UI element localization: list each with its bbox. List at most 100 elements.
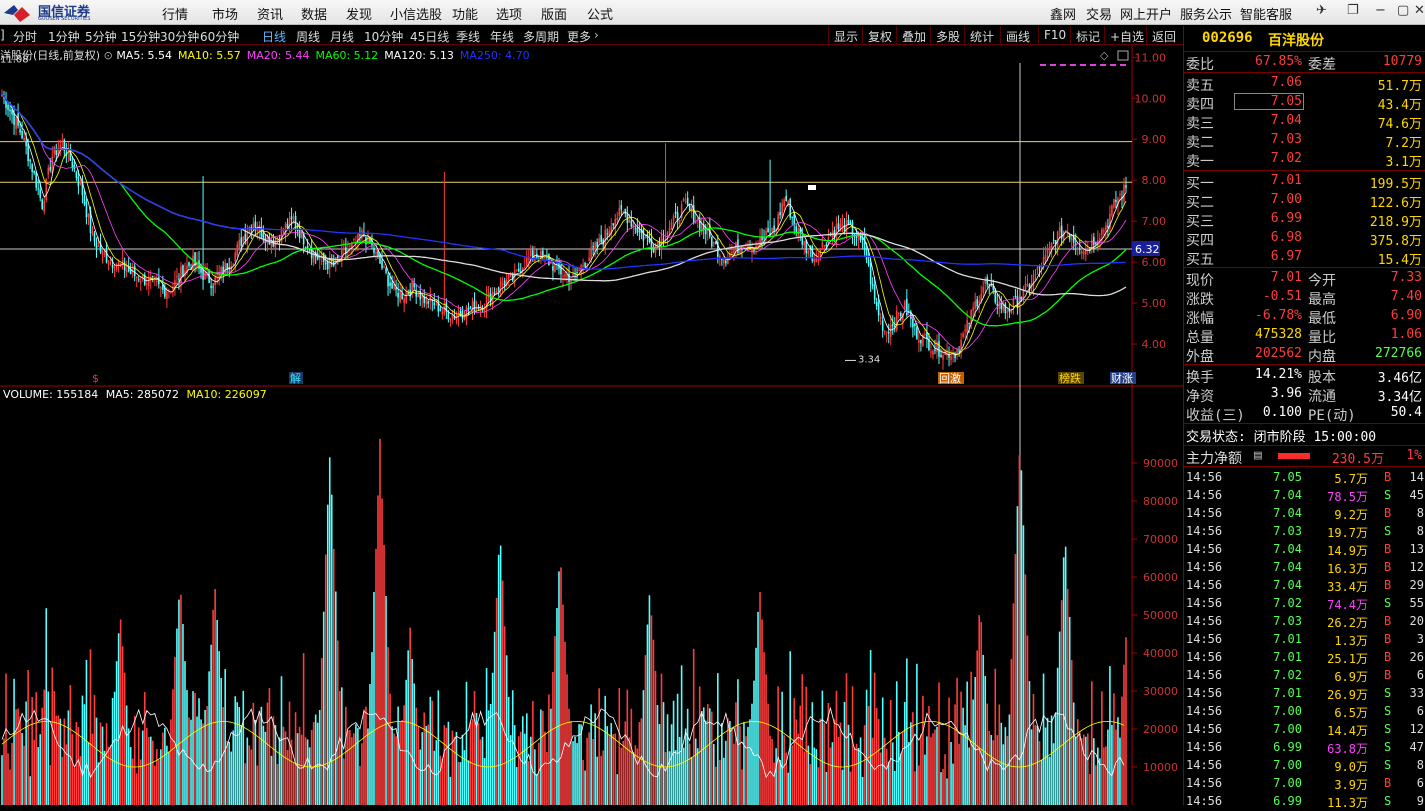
volume-bar	[445, 727, 448, 805]
bid-row[interactable]: 买一 7.01 199.5万	[1184, 172, 1425, 192]
event-marker: 财涨	[1111, 371, 1133, 385]
ask-row[interactable]: 卖三 7.04 74.6万	[1184, 112, 1425, 132]
period-tab[interactable]: 季线	[456, 28, 480, 45]
chart-tool-button[interactable]: 多股	[930, 26, 965, 45]
ask-row[interactable]: 卖二 7.03 7.2万	[1184, 131, 1425, 151]
volume-bar	[968, 747, 970, 805]
volume-bar	[1111, 724, 1113, 805]
more-chevron-icon[interactable]: ›	[594, 28, 599, 42]
menu-item[interactable]: 公式	[587, 4, 613, 23]
menu-item[interactable]: 数据	[301, 4, 327, 23]
level-label: 卖二	[1186, 135, 1214, 151]
period-tab[interactable]: 更多	[567, 28, 591, 45]
period-tab[interactable]: 10分钟	[364, 28, 403, 45]
volume-bar	[586, 737, 588, 805]
menu-right-item[interactable]: 网上开户	[1120, 4, 1172, 23]
candle-body	[899, 313, 902, 317]
pin-icon[interactable]: ✈	[1316, 3, 1327, 18]
volume-bar	[942, 768, 944, 805]
candle-body	[324, 262, 327, 265]
tick-side: S	[1384, 758, 1392, 772]
menu-item[interactable]: 小信选股	[390, 4, 442, 23]
period-tab[interactable]: 5分钟	[85, 28, 117, 45]
ask-row[interactable]: 卖一 7.02 3.1万	[1184, 150, 1425, 170]
candle-body	[39, 189, 42, 198]
level-volume: 122.6万	[1369, 196, 1422, 211]
volume-bar	[401, 719, 403, 805]
menu-item[interactable]: 选项	[496, 4, 522, 23]
menu-item[interactable]: 发现	[346, 4, 372, 23]
chart-tool-button[interactable]: 叠加	[896, 26, 931, 45]
volume-bar	[125, 705, 128, 805]
period-tab[interactable]: 60分钟	[200, 28, 239, 45]
candle-body	[725, 260, 727, 264]
chart-tool-button[interactable]: 统计	[964, 26, 999, 45]
candle-body	[576, 272, 578, 274]
volume-bar	[966, 681, 968, 805]
candle-body	[290, 216, 293, 220]
stat-label: 最高	[1308, 292, 1336, 308]
candle-body	[447, 312, 450, 320]
chart-tool-button[interactable]: F10	[1038, 26, 1071, 45]
period-tab[interactable]: 月线	[330, 28, 354, 45]
menu-right-item[interactable]: 服务公示	[1180, 4, 1232, 23]
menu-item[interactable]: 功能	[452, 4, 478, 23]
candle-body	[224, 262, 226, 274]
main-net-row[interactable]: 主力净额 ▤ 230.5万 1%	[1184, 447, 1425, 467]
tick-side: B	[1384, 578, 1392, 592]
volume-bar	[530, 736, 532, 805]
menu-item[interactable]: 版面	[541, 4, 567, 23]
volume-bar	[298, 726, 301, 805]
menu-right-item[interactable]: 鑫网	[1050, 4, 1076, 23]
chart-tool-button[interactable]: +自选	[1104, 26, 1149, 45]
candle-body	[517, 268, 520, 272]
menu-item[interactable]: 资讯	[257, 4, 283, 23]
bid-row[interactable]: 买四 6.98 375.8万	[1184, 229, 1425, 249]
minimize-icon[interactable]: −	[1375, 3, 1386, 18]
tick-side: S	[1384, 686, 1392, 700]
ask-row[interactable]: 卖五 7.06 51.7万	[1184, 74, 1425, 94]
chart-tool-button[interactable]: 画线	[1000, 26, 1035, 45]
volume-bar	[149, 736, 152, 805]
chart-tool-button[interactable]: 返回	[1146, 26, 1181, 45]
period-tab[interactable]: 年线	[490, 28, 514, 45]
menu-item[interactable]: 行情	[162, 4, 188, 23]
ask-row[interactable]: 卖四 7.05 43.4万	[1184, 93, 1425, 113]
skin-icon[interactable]: ❐	[1347, 3, 1359, 18]
bid-row[interactable]: 买五 6.97 15.4万	[1184, 248, 1425, 268]
chart-tool-button[interactable]: 显示	[828, 26, 863, 45]
candle-body	[684, 201, 687, 203]
event-marker: 榜跌	[1059, 371, 1081, 385]
period-tab[interactable]: 多周期	[523, 28, 559, 45]
menu-right-item[interactable]: 智能客服	[1240, 4, 1292, 23]
period-tab[interactable]: 45日线	[410, 28, 449, 45]
maximize-icon[interactable]: ▢	[1397, 3, 1409, 18]
volume-bar	[1054, 713, 1057, 805]
period-tab[interactable]: 日线	[262, 28, 286, 45]
chart-tool-button[interactable]: 标记	[1070, 26, 1105, 45]
tick-side: B	[1384, 506, 1392, 520]
period-tab[interactable]: 30分钟	[160, 28, 199, 45]
period-tab[interactable]: 1分钟	[48, 28, 80, 45]
period-tab[interactable]: 15分钟	[121, 28, 160, 45]
ma-line	[1, 93, 1127, 327]
stat-value: 1.06	[1390, 327, 1422, 342]
candle-body	[1076, 247, 1079, 249]
period-tab[interactable]: 周线	[296, 28, 320, 45]
chart-tool-button[interactable]: 复权	[862, 26, 897, 45]
volume-bar	[272, 716, 275, 805]
menu-item[interactable]: 市场	[212, 4, 238, 23]
volume-bar	[212, 609, 214, 805]
menu-right-item[interactable]: 交易	[1086, 4, 1112, 23]
candle-body	[572, 273, 574, 276]
period-tab[interactable]: 分时	[13, 28, 37, 45]
bid-row[interactable]: 买三 6.99 218.9万	[1184, 210, 1425, 230]
close-icon[interactable]: ✕	[1414, 3, 1425, 18]
list-icon[interactable]: ▤	[1254, 448, 1262, 463]
legend-toggle-icon[interactable]: ⊙	[104, 49, 117, 62]
kline-chart[interactable]: 11.0010.009.008.007.006.005.004.006.3211…	[0, 45, 1183, 805]
volume-bar	[950, 742, 952, 805]
candle-body	[405, 292, 407, 303]
volume-bar	[829, 747, 832, 805]
bid-row[interactable]: 买二 7.00 122.6万	[1184, 191, 1425, 211]
